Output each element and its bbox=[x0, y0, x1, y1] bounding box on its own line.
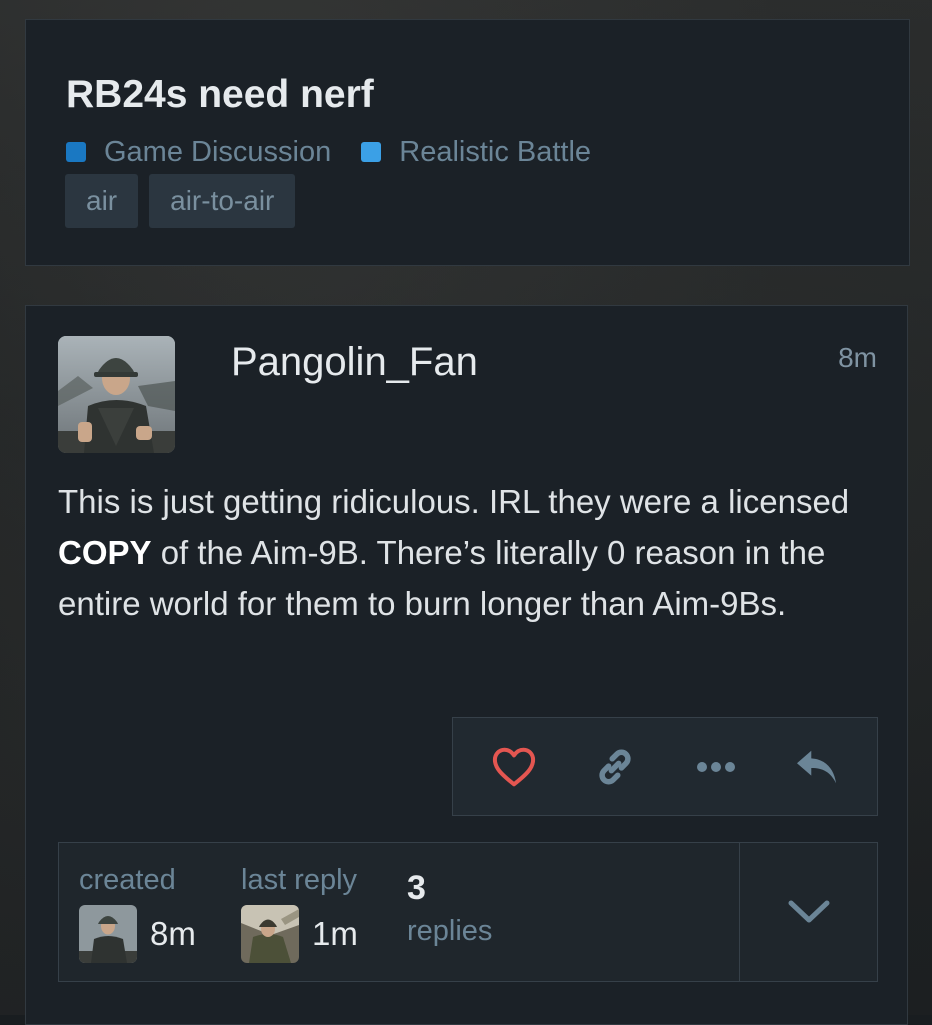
post-text: This is just getting ridiculous. IRL the… bbox=[58, 483, 850, 520]
replies-count: 3 bbox=[407, 869, 426, 907]
replies-label: replies bbox=[407, 915, 493, 947]
post-actions bbox=[452, 717, 878, 816]
category-list: Game Discussion Realistic Battle bbox=[66, 134, 621, 170]
copy-link-button[interactable] bbox=[585, 737, 645, 797]
reply-icon bbox=[796, 750, 836, 783]
replies-info: 3 replies bbox=[407, 867, 492, 948]
post: Pangolin_Fan 8m This is just getting rid… bbox=[25, 305, 908, 1025]
last-reply-info: last reply 1m bbox=[241, 861, 358, 963]
post-emphasis: COPY bbox=[58, 534, 152, 571]
last-replier-avatar[interactable] bbox=[241, 905, 299, 963]
category-game-discussion[interactable]: Game Discussion bbox=[66, 136, 331, 169]
reply-button[interactable] bbox=[787, 737, 847, 797]
category-realistic-battle[interactable]: Realistic Battle bbox=[361, 136, 591, 169]
created-time: 8m bbox=[150, 915, 196, 952]
heart-icon bbox=[492, 747, 535, 786]
more-icon bbox=[696, 761, 735, 772]
category-label: Game Discussion bbox=[104, 135, 332, 168]
username[interactable]: Pangolin_Fan bbox=[231, 338, 478, 386]
category-label: Realistic Battle bbox=[399, 135, 592, 168]
last-reply-time: 1m bbox=[312, 915, 358, 952]
post-timestamp[interactable]: 8m bbox=[838, 342, 877, 374]
post-text: of the Aim-9B. There’s literally 0 reaso… bbox=[58, 534, 826, 622]
category-color-badge bbox=[66, 142, 86, 162]
soldier-avatar-image bbox=[79, 905, 137, 963]
created-info: created 8m bbox=[79, 861, 196, 963]
topic-header: RB24s need nerf Game Discussion Realisti… bbox=[25, 19, 910, 266]
creator-avatar[interactable] bbox=[79, 905, 137, 963]
avatar[interactable] bbox=[58, 336, 175, 453]
created-label: created bbox=[79, 864, 176, 896]
post-body: This is just getting ridiculous. IRL the… bbox=[58, 476, 878, 629]
last-reply-label: last reply bbox=[241, 864, 358, 896]
pilot-avatar-image bbox=[241, 905, 299, 963]
topic-title[interactable]: RB24s need nerf bbox=[66, 72, 374, 118]
link-icon bbox=[598, 749, 631, 784]
tag-air-to-air[interactable]: air-to-air bbox=[149, 174, 296, 228]
more-button[interactable] bbox=[686, 737, 746, 797]
soldier-avatar-image bbox=[58, 336, 175, 453]
topic-map: created 8m last reply 1m 3 replies bbox=[58, 842, 878, 982]
tag-air[interactable]: air bbox=[65, 174, 139, 228]
tag-list: air air-to-air bbox=[65, 174, 306, 228]
category-color-badge bbox=[361, 142, 382, 162]
like-button[interactable] bbox=[484, 737, 544, 797]
expand-topic-map-button[interactable] bbox=[740, 843, 877, 981]
chevron-down-icon bbox=[788, 900, 829, 923]
